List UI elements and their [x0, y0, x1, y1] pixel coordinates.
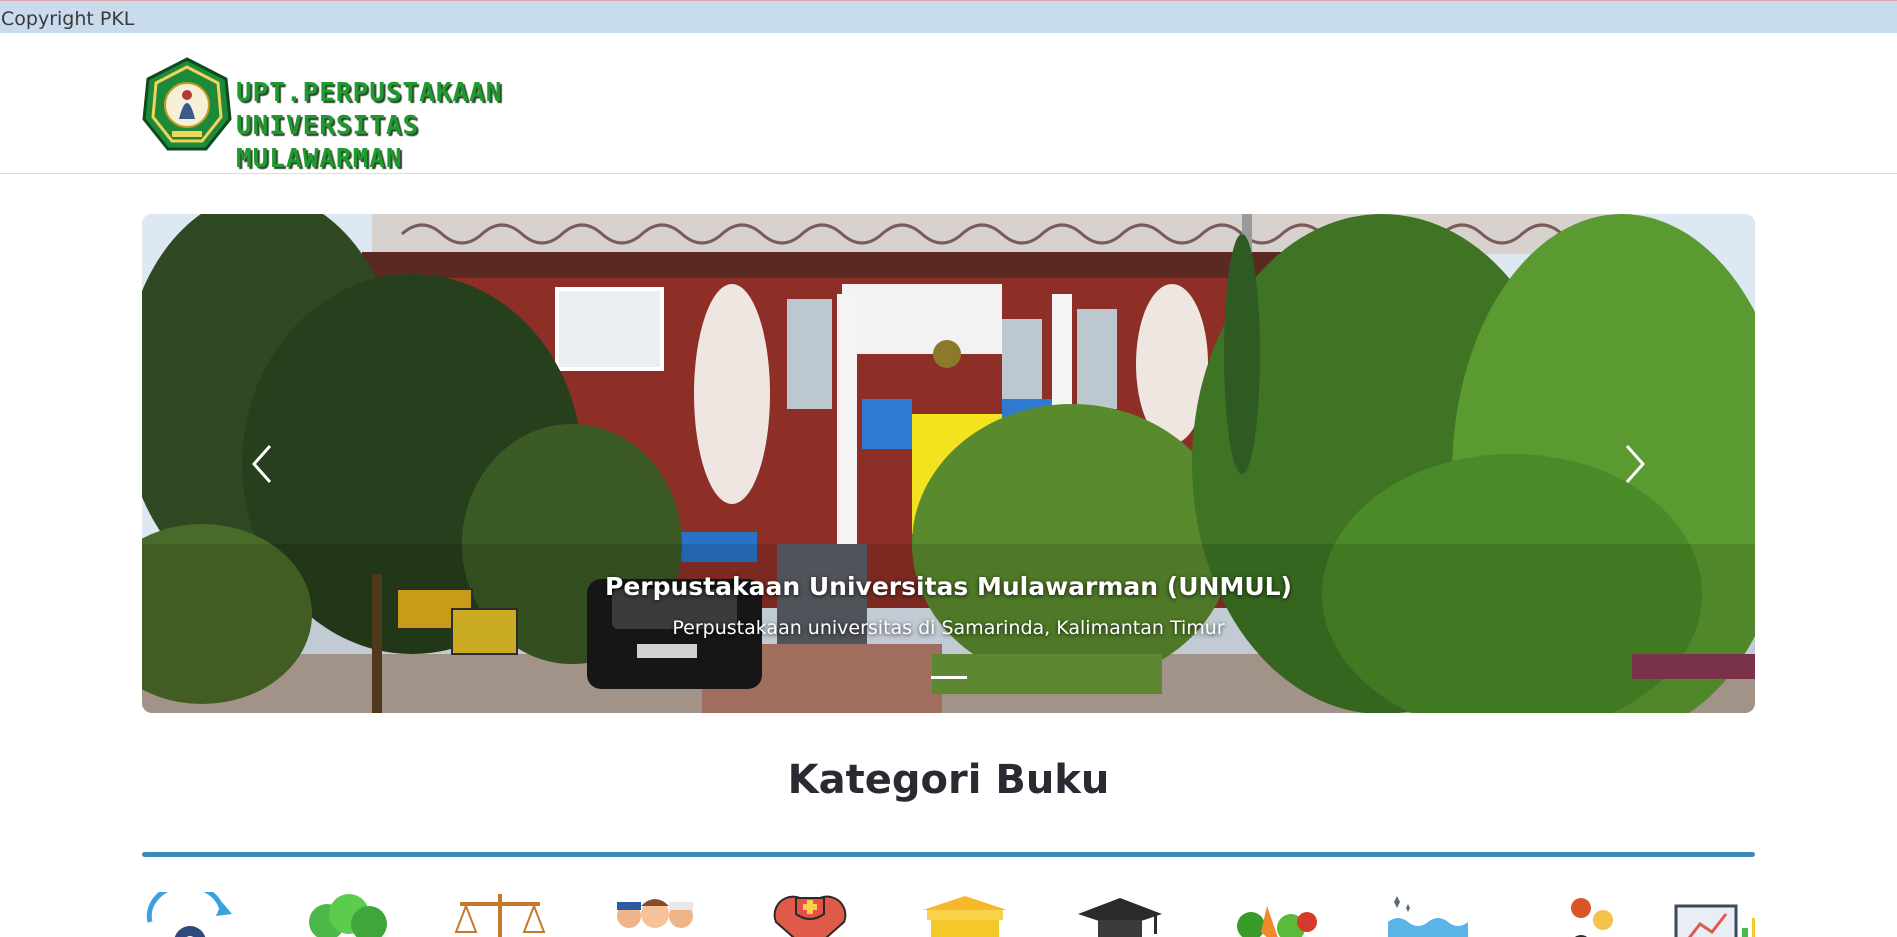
health-heart-icon — [773, 895, 847, 937]
site-logo[interactable]: UPT.PERPUSTAKAAN UNIVERSITAS MULAWARMAN — [142, 57, 562, 174]
category-item[interactable] — [917, 892, 1013, 937]
logo-line-1: UPT.PERPUSTAKAAN — [236, 78, 503, 108]
category-item[interactable] — [607, 892, 703, 937]
section-title: Kategori Buku — [787, 757, 1110, 803]
water-icon — [1388, 896, 1468, 937]
logo-line-2: UNIVERSITAS MULAWARMAN — [236, 111, 420, 174]
copyright-text: Copyright PKL — [1, 8, 135, 30]
graduation-cap-icon — [1078, 898, 1162, 937]
law-person-icon — [1571, 898, 1613, 937]
gear-cycle-icon — [146, 892, 232, 937]
carousel-caption-title: Perpustakaan Universitas Mulawarman (UNM… — [605, 572, 1292, 601]
section-divider — [142, 852, 1755, 857]
chevron-left-icon — [251, 445, 272, 483]
category-item[interactable] — [1072, 892, 1168, 937]
category-item[interactable] — [1537, 892, 1633, 937]
carousel-prev-button[interactable] — [242, 434, 282, 494]
vegetables-icon — [1237, 906, 1317, 937]
carousel-next-button[interactable] — [1615, 434, 1655, 494]
building-icon — [923, 896, 1007, 937]
chevron-right-icon — [1625, 445, 1646, 483]
copyright-bar: Copyright PKL — [0, 0, 1897, 33]
site-header: UPT.PERPUSTAKAAN UNIVERSITAS MULAWARMAN — [0, 33, 1897, 174]
hero-carousel[interactable]: Perpustakaan Universitas Mulawarman (UNM… — [142, 214, 1755, 713]
category-item[interactable] — [142, 892, 238, 937]
tree-icon — [309, 894, 387, 937]
category-item[interactable] — [1227, 892, 1323, 937]
category-item[interactable] — [297, 892, 393, 937]
category-item[interactable] — [1382, 892, 1478, 937]
category-list — [142, 892, 1755, 937]
chart-screen-icon — [1674, 904, 1755, 937]
scales-icon — [454, 894, 546, 937]
category-item[interactable] — [762, 892, 858, 937]
carousel-indicators — [142, 676, 1755, 679]
university-seal-icon — [142, 57, 232, 151]
category-item[interactable] — [452, 892, 548, 937]
carousel-caption-subtitle: Perpustakaan universitas di Samarinda, K… — [672, 617, 1225, 639]
people-medical-icon — [617, 899, 693, 928]
category-item[interactable] — [1672, 892, 1755, 937]
carousel-indicator[interactable] — [930, 676, 967, 679]
